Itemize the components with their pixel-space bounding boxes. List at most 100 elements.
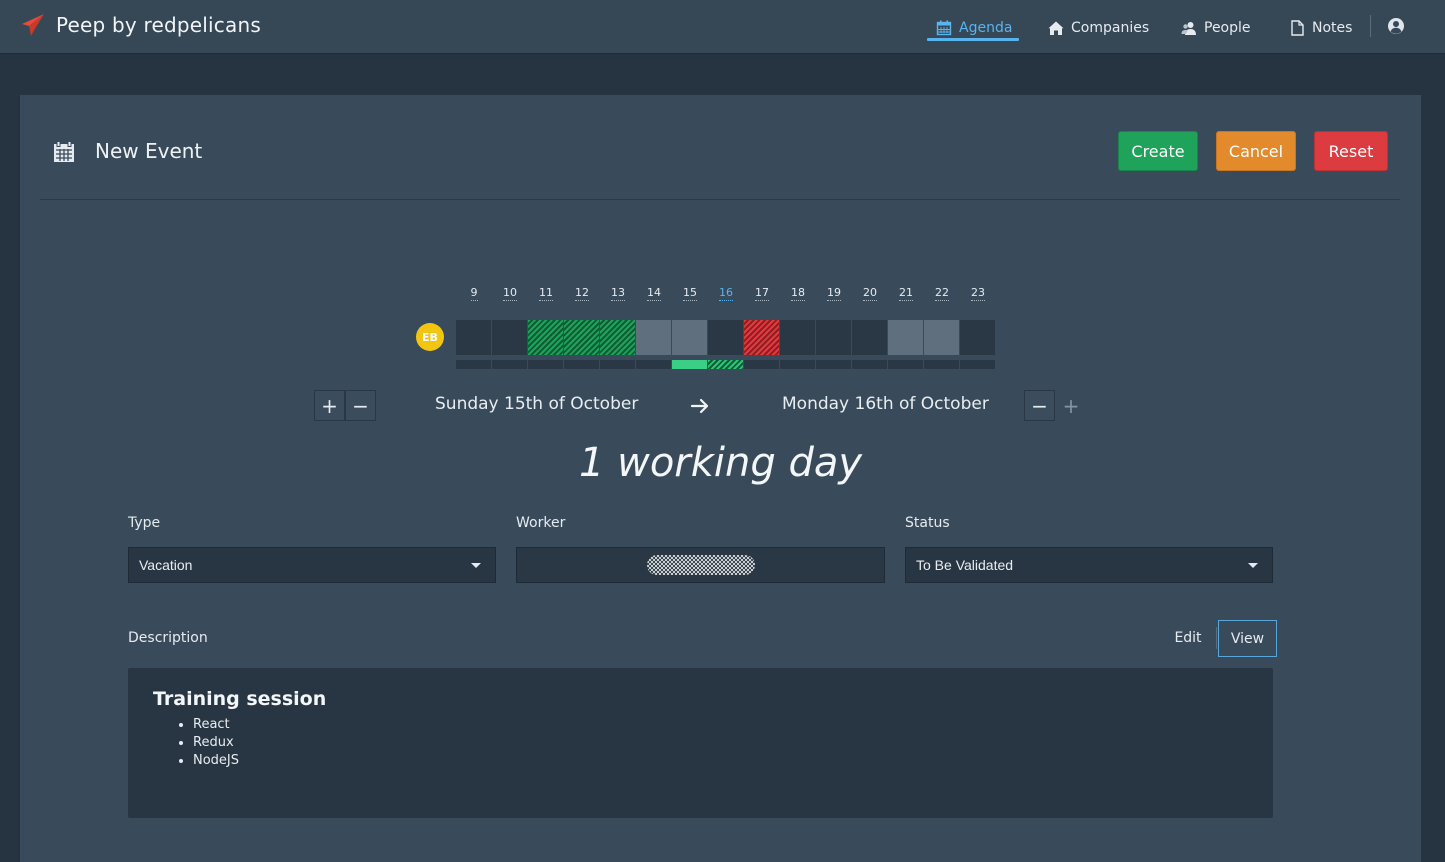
reset-button[interactable]: Reset bbox=[1314, 131, 1388, 171]
day-cell[interactable] bbox=[924, 320, 959, 355]
day-cell[interactable] bbox=[636, 320, 671, 355]
day-label: 9 bbox=[456, 286, 492, 301]
worker-label: Worker bbox=[516, 515, 566, 531]
status-select[interactable]: To Be Validated bbox=[905, 547, 1273, 583]
selection-marker bbox=[708, 360, 743, 369]
selection-marker bbox=[492, 360, 527, 369]
description-heading: Training session bbox=[153, 688, 327, 710]
day-label: 22 bbox=[924, 286, 960, 301]
day-label: 21 bbox=[888, 286, 924, 301]
day-number: 14 bbox=[647, 286, 661, 301]
event-panel: New Event Create Cancel Reset 9 10 11 12 13 1… bbox=[20, 95, 1421, 862]
caret-down-icon bbox=[1248, 563, 1258, 568]
nav-label-companies: Companies bbox=[1071, 20, 1150, 36]
working-days-count: 1 working day bbox=[578, 440, 863, 486]
end-remove-button[interactable]: − bbox=[1024, 390, 1055, 421]
top-navbar: Peep by redpelicans Agenda Companies Peo… bbox=[0, 0, 1445, 54]
paper-plane-icon bbox=[22, 14, 44, 36]
list-item: React bbox=[193, 716, 1248, 734]
header-divider bbox=[40, 199, 1400, 200]
nav-item-people[interactable]: People bbox=[1181, 14, 1251, 42]
selection-marker bbox=[744, 360, 779, 369]
nav-label-agenda: Agenda bbox=[959, 20, 1013, 36]
day-label: 16 bbox=[708, 286, 744, 301]
description-label: Description bbox=[128, 630, 208, 646]
worker-field[interactable] bbox=[516, 547, 885, 583]
nav-label-notes: Notes bbox=[1312, 20, 1353, 36]
day-cell[interactable] bbox=[672, 320, 707, 355]
selection-marker bbox=[528, 360, 563, 369]
day-label: 19 bbox=[816, 286, 852, 301]
nav-label-people: People bbox=[1204, 20, 1251, 36]
page-title: New Event bbox=[95, 139, 203, 163]
end-add-button[interactable]: + bbox=[1061, 390, 1081, 421]
app-title: Peep by redpelicans bbox=[56, 13, 261, 37]
calendar-icon bbox=[936, 20, 952, 36]
brand[interactable]: Peep by redpelicans bbox=[20, 12, 261, 38]
nav-item-notes[interactable]: Notes bbox=[1289, 14, 1352, 42]
day-cell[interactable] bbox=[492, 320, 527, 355]
day-number: 18 bbox=[791, 286, 805, 301]
selection-marker bbox=[564, 360, 599, 369]
selection-marker bbox=[456, 360, 491, 369]
people-icon bbox=[1181, 22, 1196, 35]
day-number: 22 bbox=[935, 286, 949, 301]
file-icon bbox=[1291, 20, 1304, 36]
start-remove-button[interactable]: − bbox=[345, 390, 376, 421]
selection-marker bbox=[960, 360, 995, 369]
selection-marker bbox=[672, 360, 707, 369]
selection-marker bbox=[780, 360, 815, 369]
day-label: 10 bbox=[492, 286, 528, 301]
day-label: 11 bbox=[528, 286, 564, 301]
day-cell[interactable] bbox=[708, 320, 743, 355]
day-label: 13 bbox=[600, 286, 636, 301]
day-label: 17 bbox=[744, 286, 780, 301]
nav-item-companies[interactable]: Companies bbox=[1048, 14, 1149, 42]
create-button[interactable]: Create bbox=[1118, 131, 1198, 171]
selection-marker bbox=[600, 360, 635, 369]
day-number: 9 bbox=[470, 286, 478, 301]
day-cell[interactable] bbox=[852, 320, 887, 355]
caret-down-icon bbox=[471, 563, 481, 568]
calendar-icon bbox=[54, 141, 74, 162]
home-icon bbox=[1048, 21, 1064, 35]
nav-divider bbox=[1370, 15, 1371, 37]
day-cell[interactable] bbox=[744, 320, 779, 355]
day-number: 17 bbox=[755, 286, 769, 301]
day-cell[interactable] bbox=[564, 320, 599, 355]
day-number: 13 bbox=[611, 286, 625, 301]
type-value: Vacation bbox=[139, 557, 193, 573]
day-number: 11 bbox=[539, 286, 553, 301]
day-label: 15 bbox=[672, 286, 708, 301]
day-cell[interactable] bbox=[888, 320, 923, 355]
day-cell[interactable] bbox=[528, 320, 563, 355]
day-cell[interactable] bbox=[780, 320, 815, 355]
type-select[interactable]: Vacation bbox=[128, 547, 496, 583]
day-label: 12 bbox=[564, 286, 600, 301]
day-number: 15 bbox=[683, 286, 697, 301]
day-cell[interactable] bbox=[816, 320, 851, 355]
day-cell[interactable] bbox=[600, 320, 635, 355]
selection-marker bbox=[888, 360, 923, 369]
tab-view[interactable]: View bbox=[1218, 620, 1277, 657]
selection-marker bbox=[636, 360, 671, 369]
day-number: 19 bbox=[827, 286, 841, 301]
tab-edit[interactable]: Edit bbox=[1168, 620, 1208, 656]
day-number: 10 bbox=[503, 286, 517, 301]
day-label: 20 bbox=[852, 286, 888, 301]
tab-divider bbox=[1216, 627, 1217, 649]
day-label: 18 bbox=[780, 286, 816, 301]
user-circle-icon[interactable] bbox=[1387, 17, 1405, 35]
day-cell[interactable] bbox=[456, 320, 491, 355]
cancel-button[interactable]: Cancel bbox=[1216, 131, 1296, 171]
day-label: 14 bbox=[636, 286, 672, 301]
worker-redacted-value bbox=[647, 555, 755, 575]
start-add-button[interactable]: + bbox=[314, 390, 345, 421]
day-number: 20 bbox=[863, 286, 877, 301]
type-label: Type bbox=[128, 515, 161, 531]
day-cell[interactable] bbox=[960, 320, 995, 355]
active-tab-indicator bbox=[927, 38, 1019, 41]
arrow-right-icon bbox=[690, 398, 709, 414]
list-item: NodeJS bbox=[193, 752, 1248, 770]
day-label: 23 bbox=[960, 286, 996, 301]
